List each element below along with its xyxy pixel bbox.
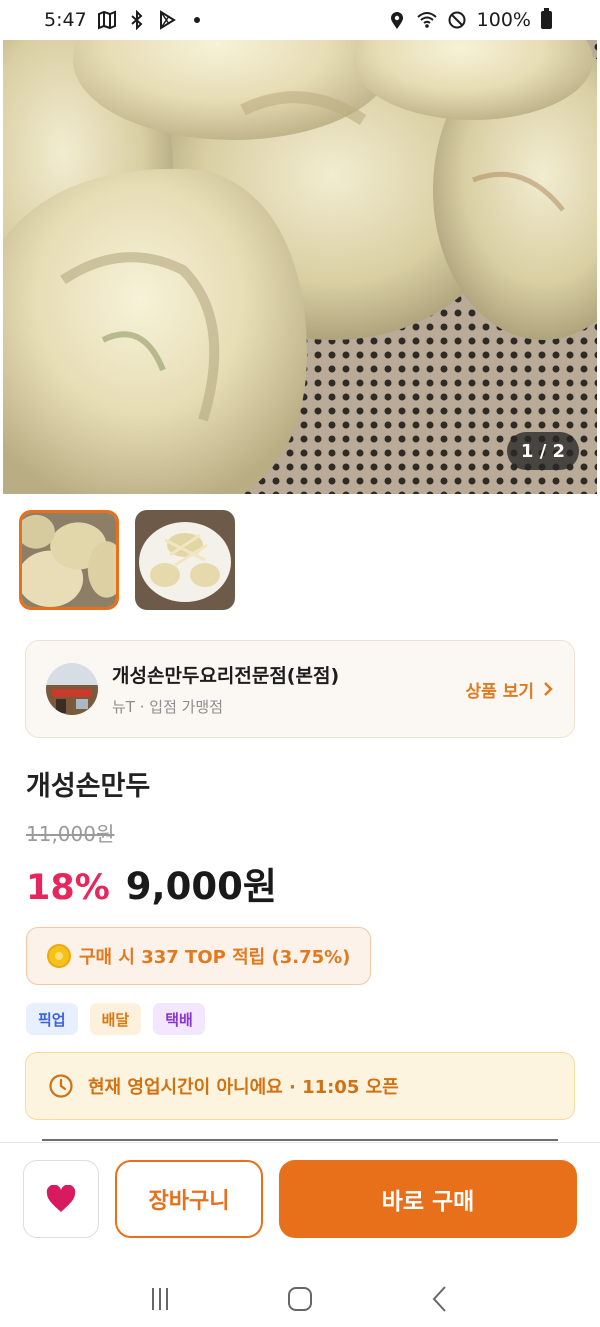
status-right: 100% [387,8,552,31]
shop-name: 개성손만두요리전문점(본점) [112,665,340,687]
service-tags: 픽업 배달 택배 [26,1003,205,1035]
page-indicator: 1 / 2 [507,432,579,470]
tag-pickup: 픽업 [26,1003,78,1035]
original-price: 11,000원 [26,822,115,846]
points-badge: 구매 시 337 TOP 적립 (3.75%) [26,927,372,985]
coin-icon [47,944,71,968]
business-hours-notice: 현재 영업시간이 아니에요 · 11:05 오픈 [25,1052,575,1120]
heart-icon [46,1185,76,1212]
product-photo [3,40,597,494]
bottom-bar-border [0,1142,600,1143]
map-icon [97,10,117,30]
thumbnail-image [22,513,116,607]
view-products-link[interactable]: 상품 보기 [466,677,554,702]
product-name: 개성손만두 [26,771,151,802]
back-icon [432,1285,446,1312]
view-products-label: 상품 보기 [465,681,534,702]
dot-icon [187,10,207,30]
location-icon [387,10,407,30]
wifi-icon [417,10,437,30]
favorite-button[interactable] [23,1160,99,1238]
home-button[interactable] [280,1279,320,1319]
bluetooth-icon [127,10,147,30]
product-image-carousel[interactable]: 1 / 2 [3,40,597,494]
do-not-disturb-icon [447,10,467,30]
play-store-icon [157,10,177,30]
thumbnail-image [135,510,235,610]
clock-icon [49,1074,73,1098]
sale-price: 9,000원 [125,865,277,908]
chevron-right-icon [544,682,553,696]
battery-level: 100% [476,9,531,31]
shop-info: 개성손만두요리전문점(본점) 뉴T · 입점 가맹점 [112,661,466,717]
shop-card[interactable]: 개성손만두요리전문점(본점) 뉴T · 입점 가맹점 상품 보기 [25,640,575,738]
tag-parcel: 택배 [153,1003,205,1035]
thumbnail-2[interactable] [135,510,235,610]
recent-apps-icon [152,1287,168,1310]
back-button[interactable] [420,1279,460,1319]
home-icon [288,1286,312,1311]
price-row: 18% 9,000원 [26,856,277,910]
thumbnail-strip [19,510,235,610]
status-left: 5:47 [44,9,207,31]
buy-now-button[interactable]: 바로 구매 [279,1160,577,1238]
notice-text: 현재 영업시간이 아니에요 · 11:05 오픈 [88,1077,399,1098]
discount-rate: 18% [26,868,110,908]
status-time: 5:47 [44,9,87,31]
recent-apps-button[interactable] [140,1279,180,1319]
system-nav-bar [0,1270,600,1327]
status-bar: 5:47 100% [0,0,600,40]
thumbnail-1[interactable] [19,510,119,610]
shop-avatar [46,663,98,715]
tag-delivery: 배달 [89,1003,142,1035]
points-text: 구매 시 337 TOP 적립 (3.75%) [79,947,351,968]
shop-subtitle: 뉴T · 입점 가맹점 [112,698,224,716]
cart-button[interactable]: 장바구니 [115,1160,263,1238]
battery-icon [541,8,552,29]
divider [42,1139,558,1141]
